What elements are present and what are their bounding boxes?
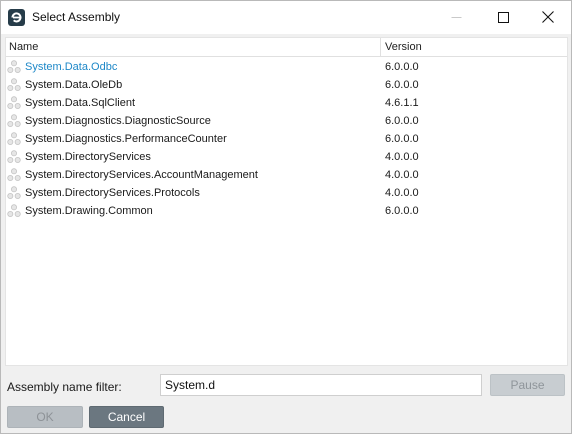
assembly-icon xyxy=(7,78,21,92)
close-button[interactable] xyxy=(525,1,571,33)
list-item[interactable]: System.Data.Odbc 6.0.0.0 xyxy=(6,58,567,76)
assembly-name: System.Diagnostics.PerformanceCounter xyxy=(25,133,227,145)
list-item[interactable]: System.DirectoryServices 4.0.0.0 xyxy=(6,148,567,166)
window-title: Select Assembly xyxy=(32,10,121,24)
assembly-icon xyxy=(7,132,21,146)
assembly-icon xyxy=(7,186,21,200)
maximize-icon xyxy=(497,11,509,23)
assembly-version: 6.0.0.0 xyxy=(385,205,419,217)
assembly-version: 4.6.1.1 xyxy=(385,97,419,109)
select-assembly-dialog: Select Assembly Name Version System.Data… xyxy=(0,0,572,434)
assembly-name-cell: System.DirectoryServices.Protocols xyxy=(6,184,381,202)
list-item[interactable]: System.Data.SqlClient 4.6.1.1 xyxy=(6,94,567,112)
list-item[interactable]: System.Diagnostics.PerformanceCounter 6.0… xyxy=(6,130,567,148)
cancel-button[interactable]: Cancel xyxy=(89,406,164,428)
list-item[interactable]: System.Data.OleDb 6.0.0.0 xyxy=(6,76,567,94)
assembly-name: System.Drawing.Common xyxy=(25,205,153,217)
maximize-button[interactable] xyxy=(480,1,526,33)
assembly-version: 6.0.0.0 xyxy=(385,133,419,145)
minimize-button[interactable] xyxy=(433,1,479,33)
assembly-name: System.Diagnostics.DiagnosticSource xyxy=(25,115,211,127)
assembly-icon xyxy=(7,96,21,110)
app-logo-icon xyxy=(8,9,25,26)
assembly-list[interactable]: Name Version System.Data.Odbc 6.0.0.0 Syst… xyxy=(5,37,568,366)
assembly-version: 4.0.0.0 xyxy=(385,187,419,199)
list-item[interactable]: System.Drawing.Common 6.0.0.0 xyxy=(6,202,567,220)
assembly-version: 4.0.0.0 xyxy=(385,169,419,181)
assembly-icon xyxy=(7,150,21,164)
list-rows: System.Data.Odbc 6.0.0.0 System.Data.OleDb… xyxy=(6,58,567,220)
assembly-name: System.Data.SqlClient xyxy=(25,97,136,109)
assembly-version: 6.0.0.0 xyxy=(385,79,419,91)
assembly-name: System.Data.OleDb xyxy=(25,79,123,91)
close-icon xyxy=(542,11,554,23)
assembly-name-cell: System.Diagnostics.DiagnosticSource xyxy=(6,112,381,130)
assembly-name: System.DirectoryServices xyxy=(25,151,151,163)
filter-label: Assembly name filter: xyxy=(7,380,122,394)
list-header: Name Version xyxy=(6,38,567,57)
assembly-name: System.DirectoryServices.AccountManageme… xyxy=(25,169,258,181)
assembly-name-cell: System.Diagnostics.PerformanceCounter xyxy=(6,130,381,148)
column-header-version[interactable]: Version xyxy=(381,38,567,56)
assembly-name-filter-input[interactable] xyxy=(160,374,482,396)
assembly-name-cell: System.DirectoryServices xyxy=(6,148,381,166)
assembly-icon xyxy=(7,204,21,218)
minimize-icon xyxy=(451,16,461,18)
list-item[interactable]: System.DirectoryServices.Protocols 4.0.0.… xyxy=(6,184,567,202)
assembly-name-cell: System.Data.Odbc xyxy=(6,58,381,76)
assembly-icon xyxy=(7,168,21,182)
assembly-icon xyxy=(7,114,21,128)
assembly-name: System.Data.Odbc xyxy=(25,61,118,73)
list-item[interactable]: System.DirectoryServices.AccountManageme… xyxy=(6,166,567,184)
assembly-icon xyxy=(7,60,21,74)
assembly-name-cell: System.DirectoryServices.AccountManageme… xyxy=(6,166,381,184)
assembly-version: 6.0.0.0 xyxy=(385,61,419,73)
assembly-version: 6.0.0.0 xyxy=(385,115,419,127)
column-header-name[interactable]: Name xyxy=(6,38,381,56)
ok-button[interactable]: OK xyxy=(7,406,83,428)
list-item[interactable]: System.Diagnostics.DiagnosticSource 6.0.0… xyxy=(6,112,567,130)
assembly-name-cell: System.Data.OleDb xyxy=(6,76,381,94)
title-bar: Select Assembly xyxy=(1,1,571,34)
pause-button[interactable]: Pause xyxy=(490,374,565,396)
assembly-name-cell: System.Data.SqlClient xyxy=(6,94,381,112)
assembly-version: 4.0.0.0 xyxy=(385,151,419,163)
assembly-name-cell: System.Drawing.Common xyxy=(6,202,381,220)
assembly-name: System.DirectoryServices.Protocols xyxy=(25,187,200,199)
